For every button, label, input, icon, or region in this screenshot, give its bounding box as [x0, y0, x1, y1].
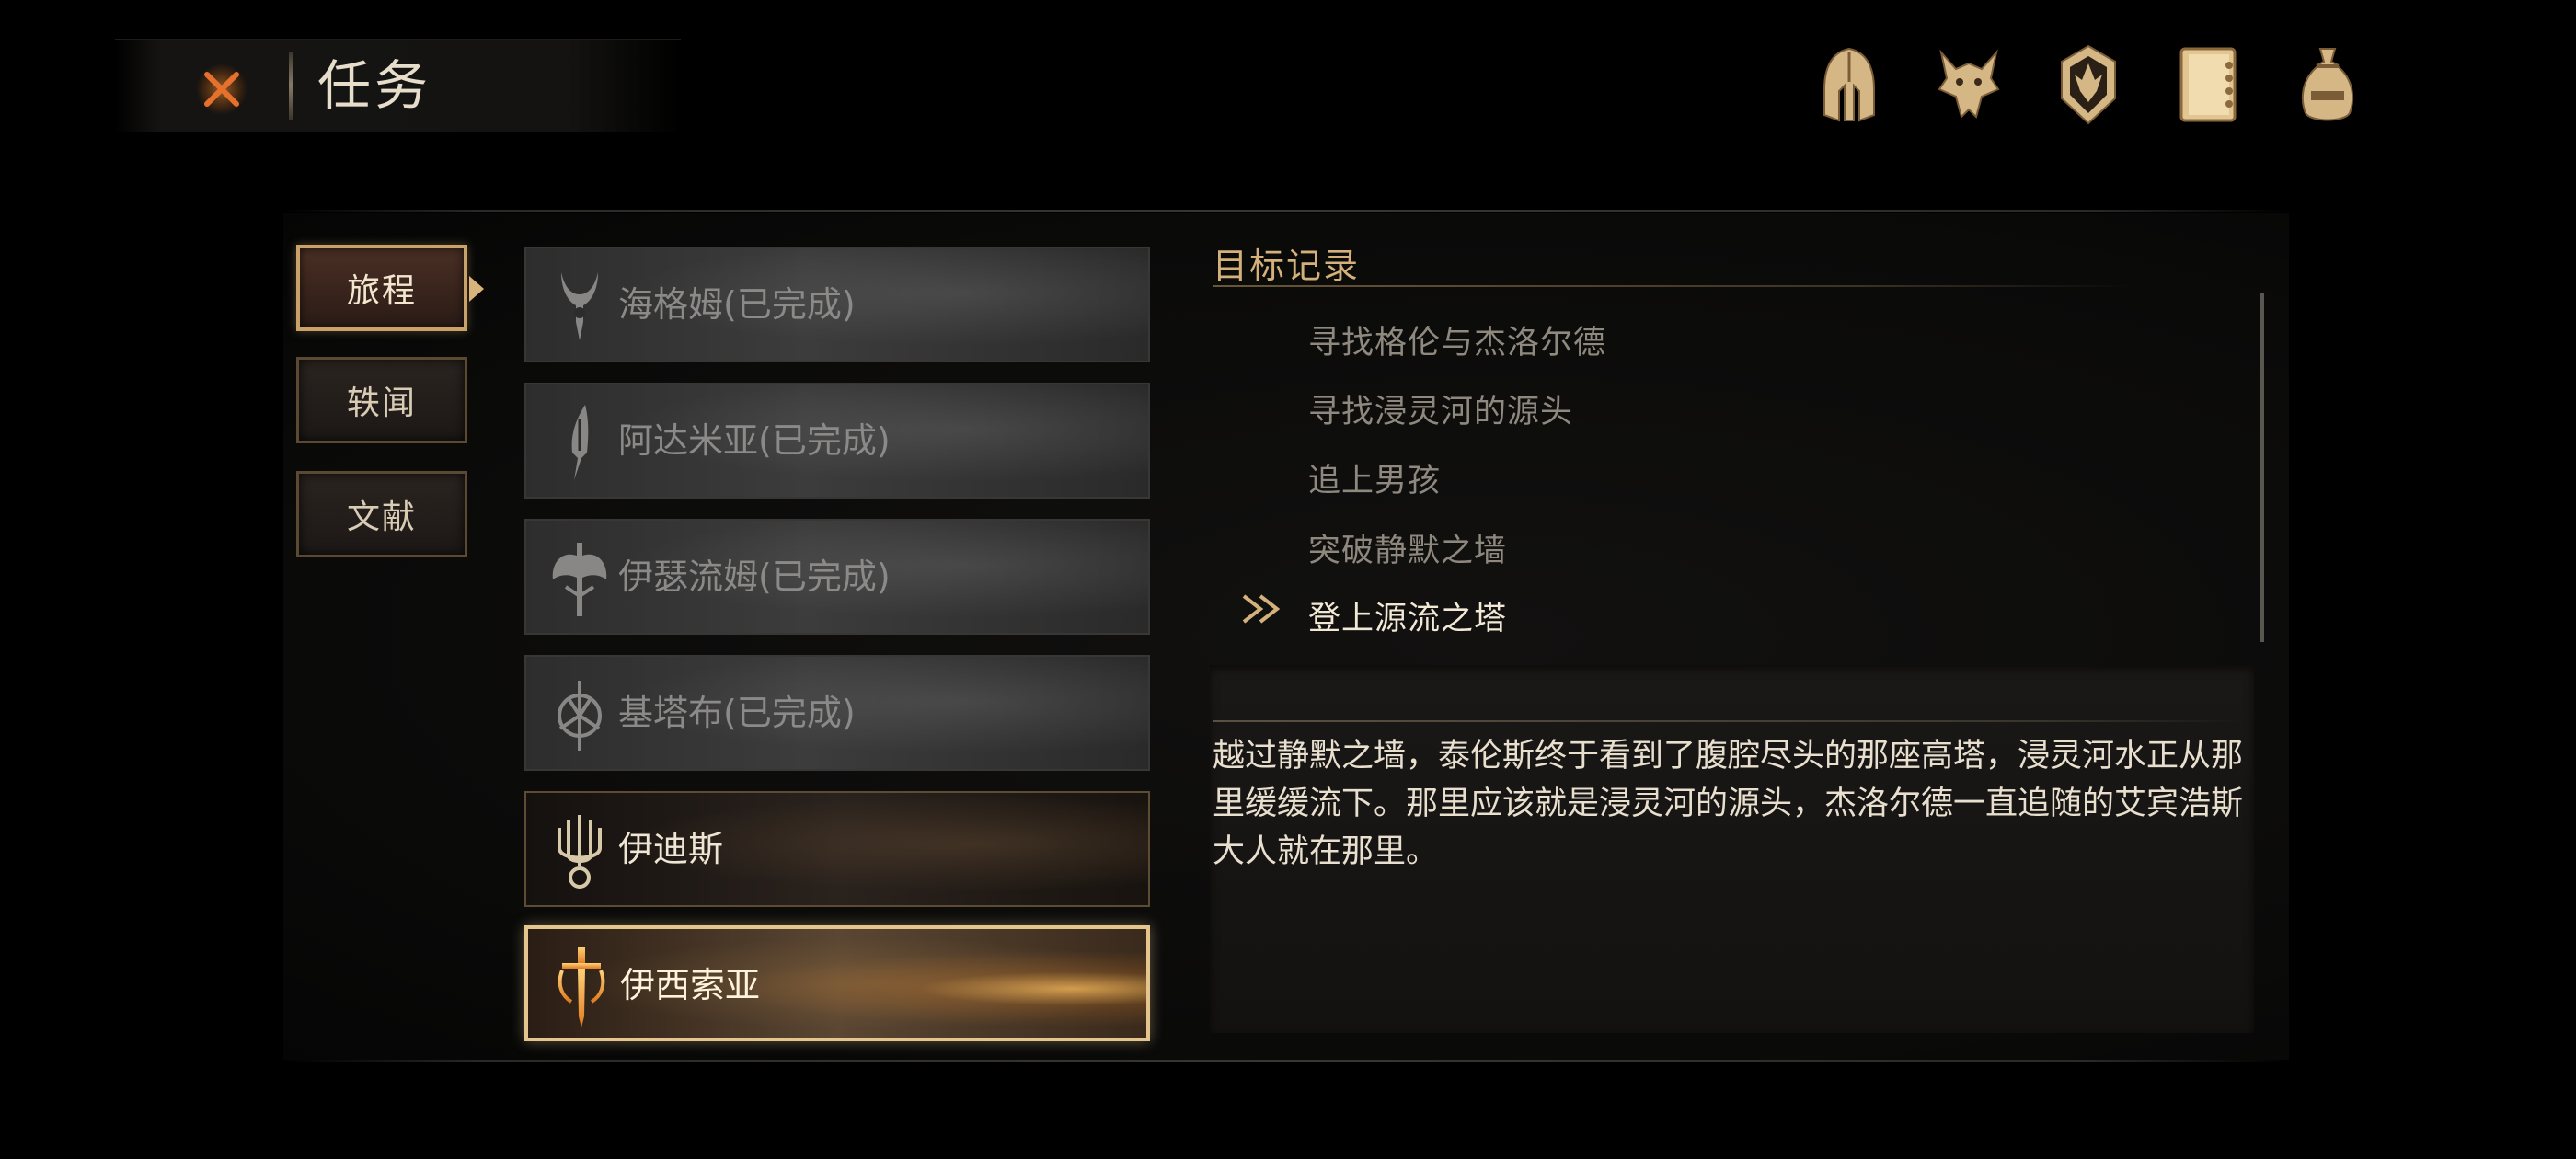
header-divider: [289, 52, 293, 120]
quest-card-yidisi[interactable]: 伊迪斯: [524, 791, 1150, 907]
objective-header-divider: [1213, 285, 2133, 287]
tab-journey-label: 旅程: [346, 272, 417, 310]
tab-anecdotes[interactable]: 轶闻: [296, 357, 467, 443]
objective-item: 突破静默之墙: [1308, 533, 1508, 569]
quest-label: 基塔布(已完成): [618, 693, 856, 733]
description-divider: [1213, 720, 2243, 722]
frame-bottom-border: [283, 1060, 2289, 1062]
objective-item: 追上男孩: [1308, 463, 1442, 499]
faction-button[interactable]: [2052, 39, 2125, 131]
tab-documents-label: 文献: [346, 499, 417, 536]
close-x-icon: [196, 63, 247, 115]
journal-button[interactable]: [2171, 39, 2245, 131]
objective-header: 目标记录: [1213, 246, 1361, 286]
objective-item-current: 登上源流之塔: [1308, 601, 1508, 637]
quest-description: 越过静默之墙，泰伦斯终于看到了腹腔尽头的那座高塔，浸灵河水正从那里缓缓流下。那里…: [1213, 738, 2244, 870]
close-button[interactable]: [193, 61, 250, 118]
objective-item: 寻找浸灵河的源头: [1308, 394, 1574, 430]
quest-card-yixisuoya[interactable]: 伊西索亚: [524, 925, 1150, 1041]
inventory-button[interactable]: [2291, 39, 2364, 131]
quest-card-jitabu[interactable]: 基塔布(已完成): [524, 655, 1150, 771]
tab-journey[interactable]: 旅程: [296, 245, 467, 331]
blade-sigil-icon: [545, 401, 615, 484]
quest-label: 伊西索亚: [620, 965, 761, 1005]
quest-card-yiseliumu[interactable]: 伊瑟流姆(已完成): [524, 519, 1150, 635]
quest-card-haigemu[interactable]: 海格姆(已完成): [524, 247, 1150, 362]
helmet-icon: [1823, 47, 1875, 122]
crest-shield-icon: [2061, 44, 2116, 125]
trident-circle-sigil-icon: [545, 673, 615, 756]
candelabra-sigil-icon: [545, 809, 615, 892]
sword-sigil-icon: [546, 946, 616, 1028]
double-chevron-right-icon: [1242, 594, 1281, 624]
horned-sigil-icon: [545, 265, 615, 348]
quest-card-adamiya[interactable]: 阿达米亚(已完成): [524, 383, 1150, 499]
tab-anecdotes-label: 轶闻: [346, 384, 417, 422]
objective-item: 寻找格伦与杰洛尔德: [1308, 325, 1607, 361]
page-title: 任务: [317, 54, 432, 117]
quest-label: 伊瑟流姆(已完成): [618, 557, 891, 597]
quest-label: 伊迪斯: [618, 829, 724, 869]
helmet-button[interactable]: [1812, 39, 1886, 131]
quest-label: 海格姆(已完成): [618, 284, 856, 325]
objective-panel: 目标记录 寻找格伦与杰洛尔德 寻找浸灵河的源头 追上男孩 突破静默之墙 登上源流…: [1196, 228, 2264, 1056]
wolf-head-icon: [1938, 49, 2000, 119]
frame-top-border: [283, 210, 2289, 212]
active-tab-arrow-icon: [469, 276, 484, 302]
tab-documents[interactable]: 文献: [296, 471, 467, 557]
journal-book-icon: [2179, 47, 2237, 122]
axe-sigil-icon: [545, 537, 615, 620]
quest-label: 阿达米亚(已完成): [618, 420, 891, 461]
objective-scrollbar[interactable]: [2260, 293, 2264, 642]
coin-bag-icon: [2301, 48, 2354, 121]
bestiary-button[interactable]: [1932, 39, 2006, 131]
